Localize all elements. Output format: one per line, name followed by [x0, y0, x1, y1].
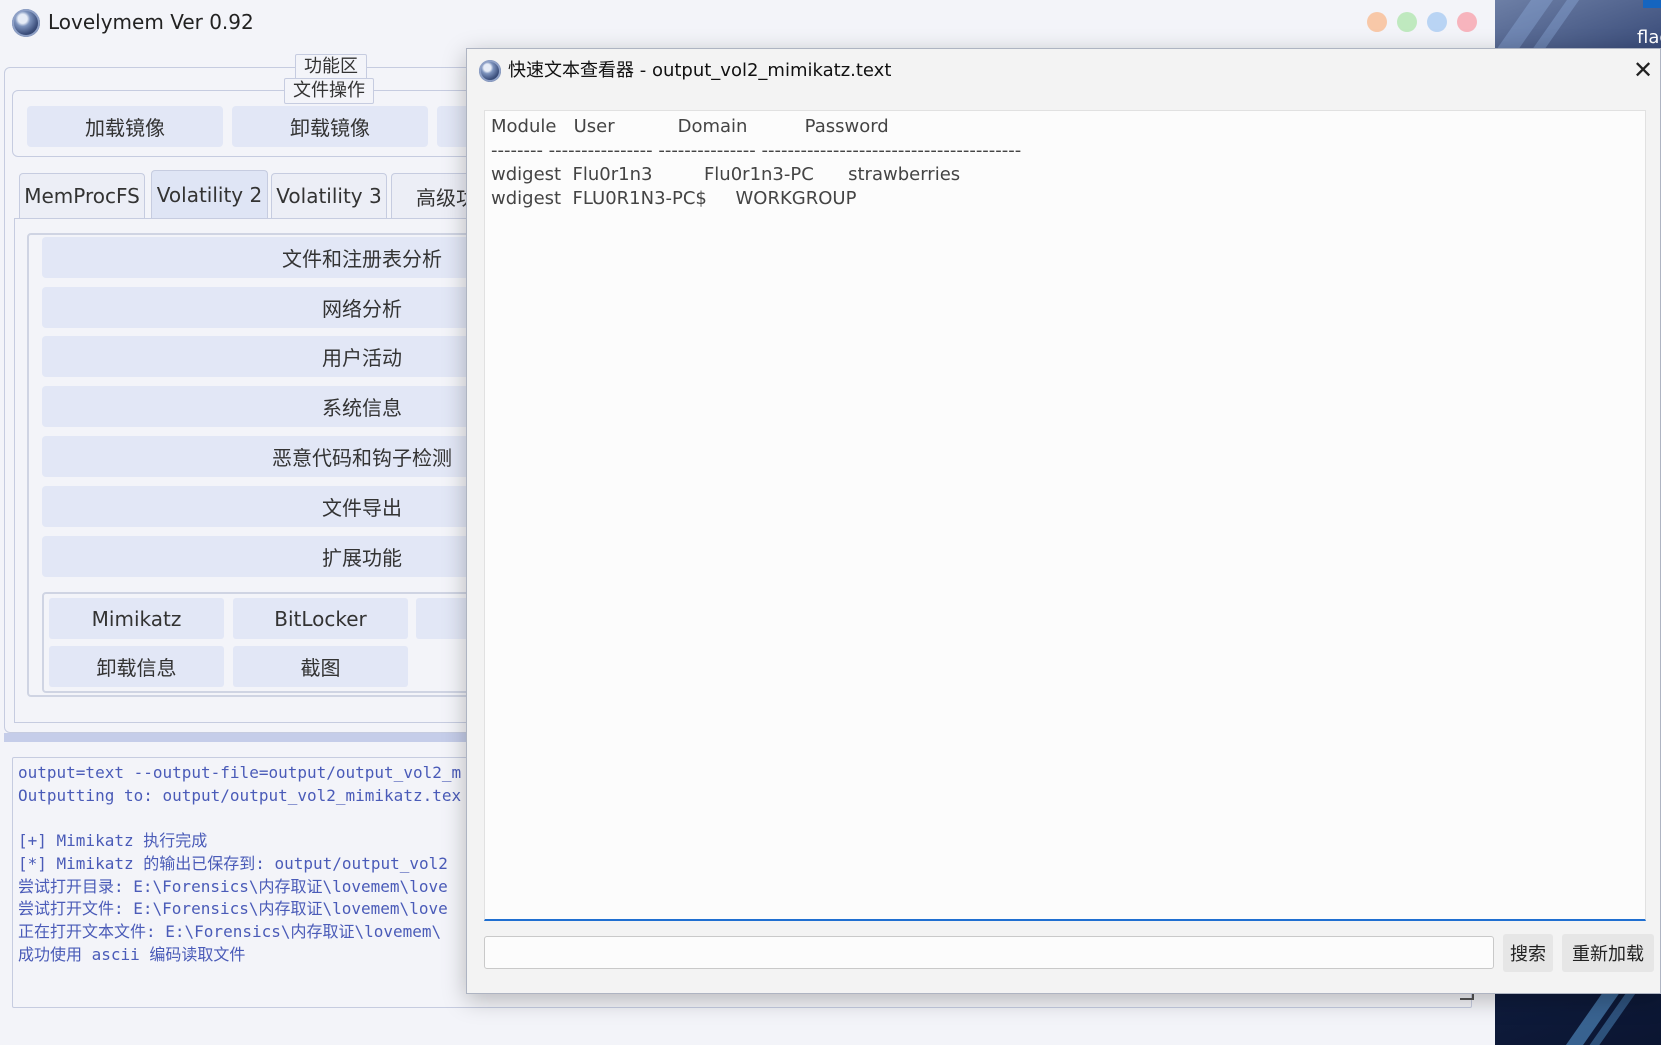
text-line: wdigest FLU0R1N3-PC$ WORKGROUP — [491, 188, 857, 209]
button-label: 文件导出 — [322, 496, 402, 520]
app-title: Lovelymem Ver 0.92 — [48, 10, 254, 34]
file-operations-label: 文件操作 — [284, 78, 374, 104]
mimikatz-button[interactable]: Mimikatz — [49, 598, 224, 639]
text-line: Module User Domain Password — [491, 116, 889, 137]
button-label: 系统信息 — [322, 396, 402, 420]
button-label: 文件和注册表分析 — [282, 247, 442, 271]
restore-dot-button[interactable] — [1427, 12, 1447, 32]
viewer-title: 快速文本查看器 - output_vol2_mimikatz.text — [508, 60, 892, 81]
text-line: -------- ---------------- --------------… — [491, 140, 1022, 161]
viewer-logo-icon — [479, 60, 501, 82]
button-label: 网络分析 — [322, 297, 402, 321]
unload-image-button[interactable]: 卸载镜像 — [232, 106, 428, 147]
app-logo-icon — [12, 9, 40, 37]
text-content-area[interactable] — [484, 110, 1646, 921]
close-dot-button[interactable] — [1457, 12, 1477, 32]
minimize-dot-button[interactable] — [1367, 12, 1387, 32]
tab-memprocfs[interactable]: MemProcFS — [19, 173, 145, 218]
function-area-label: 功能区 — [295, 54, 367, 80]
reload-button[interactable]: 重新加载 — [1562, 934, 1654, 972]
bitlocker-button[interactable]: BitLocker — [233, 598, 408, 639]
tab-volatility-3[interactable]: Volatility 3 — [271, 173, 387, 218]
maximize-dot-button[interactable] — [1397, 12, 1417, 32]
desktop-icon-label[interactable]: flag — [1637, 27, 1661, 48]
load-image-button[interactable]: 加载镜像 — [27, 106, 223, 147]
search-input[interactable] — [484, 936, 1494, 969]
screenshot-button[interactable]: 截图 — [233, 646, 408, 687]
mimikatz-output-text: Module User Domain Password -------- ----… — [491, 115, 1631, 211]
close-icon[interactable]: ✕ — [1629, 56, 1657, 84]
button-label: 用户活动 — [322, 346, 402, 370]
tab-volatility-2[interactable]: Volatility 2 — [151, 170, 268, 218]
button-label: 恶意代码和钩子检测 — [272, 446, 452, 470]
desktop-file-icon[interactable] — [1643, 0, 1661, 8]
text-line: wdigest Flu0r1n3 Flu0r1n3-PC strawberrie… — [491, 164, 961, 185]
uninstall-info-button[interactable]: 卸载信息 — [49, 646, 224, 687]
button-label: 扩展功能 — [322, 546, 402, 570]
search-button[interactable]: 搜索 — [1503, 934, 1553, 972]
